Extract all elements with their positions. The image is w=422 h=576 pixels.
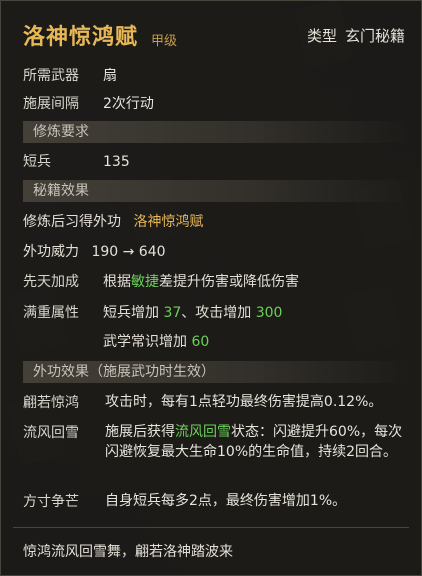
learn-value: 洛神惊鸿赋 xyxy=(133,214,204,230)
flavor-text: 惊鸿流风回雪舞，翩若洛神踏波来 xyxy=(23,544,233,560)
full-line1-b: 、攻击增加 xyxy=(181,305,256,321)
item-type: 类型 玄门秘籍 xyxy=(307,25,405,46)
section-skill-effects: 外功效果（施展武功时生效） xyxy=(23,361,411,383)
interval-value: 2次行动 xyxy=(103,96,154,112)
full-row-2: 武学常识增加 60 xyxy=(103,331,209,351)
skill3-desc: 自身短兵每多2点，最终伤害增加1%。 xyxy=(105,493,347,509)
learn-row: 修炼后习得外功 洛神惊鸿赋 xyxy=(23,211,203,231)
interval-key: 施展间隔 xyxy=(23,96,79,112)
item-tooltip-panel: 洛神惊鸿赋 甲级 类型 玄门秘籍 所需武器 扇 施展间隔 2次行动 修炼要求 短兵 13… xyxy=(0,0,422,576)
full-line2-val: 60 xyxy=(191,334,210,350)
section-effects: 秘籍效果 xyxy=(23,180,411,202)
innate-pre: 根据 xyxy=(103,274,131,290)
skill3-key: 方寸争芒 xyxy=(23,494,79,510)
skill1-key: 翩若惊鸿 xyxy=(23,395,79,411)
full-line2: 武学常识增加 xyxy=(103,334,192,350)
full-line1-a: 短兵增加 xyxy=(103,305,164,321)
power-value: 190 → 640 xyxy=(91,244,166,260)
full-key: 满重属性 xyxy=(23,305,79,321)
footer-divider xyxy=(13,527,409,528)
skill2-desc: 施展后获得流风回雪状态：闪避提升60%，每次闪避恢复最大生命10%的生命值，持续… xyxy=(105,422,405,462)
weapon-value: 扇 xyxy=(103,68,117,84)
innate-key: 先天加成 xyxy=(23,274,79,290)
short-weapon-row: 短兵 135 xyxy=(23,151,130,171)
section-requirements: 修炼要求 xyxy=(23,121,411,143)
interval-row: 施展间隔 2次行动 xyxy=(23,93,154,113)
innate-post: 差提升伤害或降低伤害 xyxy=(159,274,299,290)
power-row: 外功威力 190 → 640 xyxy=(23,241,166,261)
weapon-key: 所需武器 xyxy=(23,68,79,84)
type-value: 玄门秘籍 xyxy=(344,27,405,45)
item-title: 洛神惊鸿赋 xyxy=(23,25,139,50)
item-grade: 甲级 xyxy=(151,34,178,49)
full-row: 满重属性 短兵增加 37、攻击增加 300 xyxy=(23,302,282,322)
weapon-row: 所需武器 扇 xyxy=(23,65,117,85)
skill2-key: 流风回雪 xyxy=(23,425,79,441)
type-key: 类型 xyxy=(306,27,337,45)
skill2-pre: 施展后获得 xyxy=(105,424,175,440)
full-line1-a-val: 37 xyxy=(163,305,182,321)
learn-key: 修炼后习得外功 xyxy=(23,214,121,230)
short-weapon-key: 短兵 xyxy=(23,154,51,170)
skill2-status: 流风回雪 xyxy=(175,424,231,440)
tooltip-header: 洛神惊鸿赋 甲级 类型 玄门秘籍 xyxy=(11,19,411,55)
short-weapon-value: 135 xyxy=(103,154,130,170)
power-key: 外功威力 xyxy=(23,244,79,260)
innate-row: 先天加成 根据敏捷差提升伤害或降低伤害 xyxy=(23,271,299,291)
full-line1-b-val: 300 xyxy=(255,305,283,321)
skill1-desc: 攻击时，每有1点轻功最终伤害提高0.12%。 xyxy=(105,394,383,410)
innate-attr: 敏捷 xyxy=(131,274,159,290)
